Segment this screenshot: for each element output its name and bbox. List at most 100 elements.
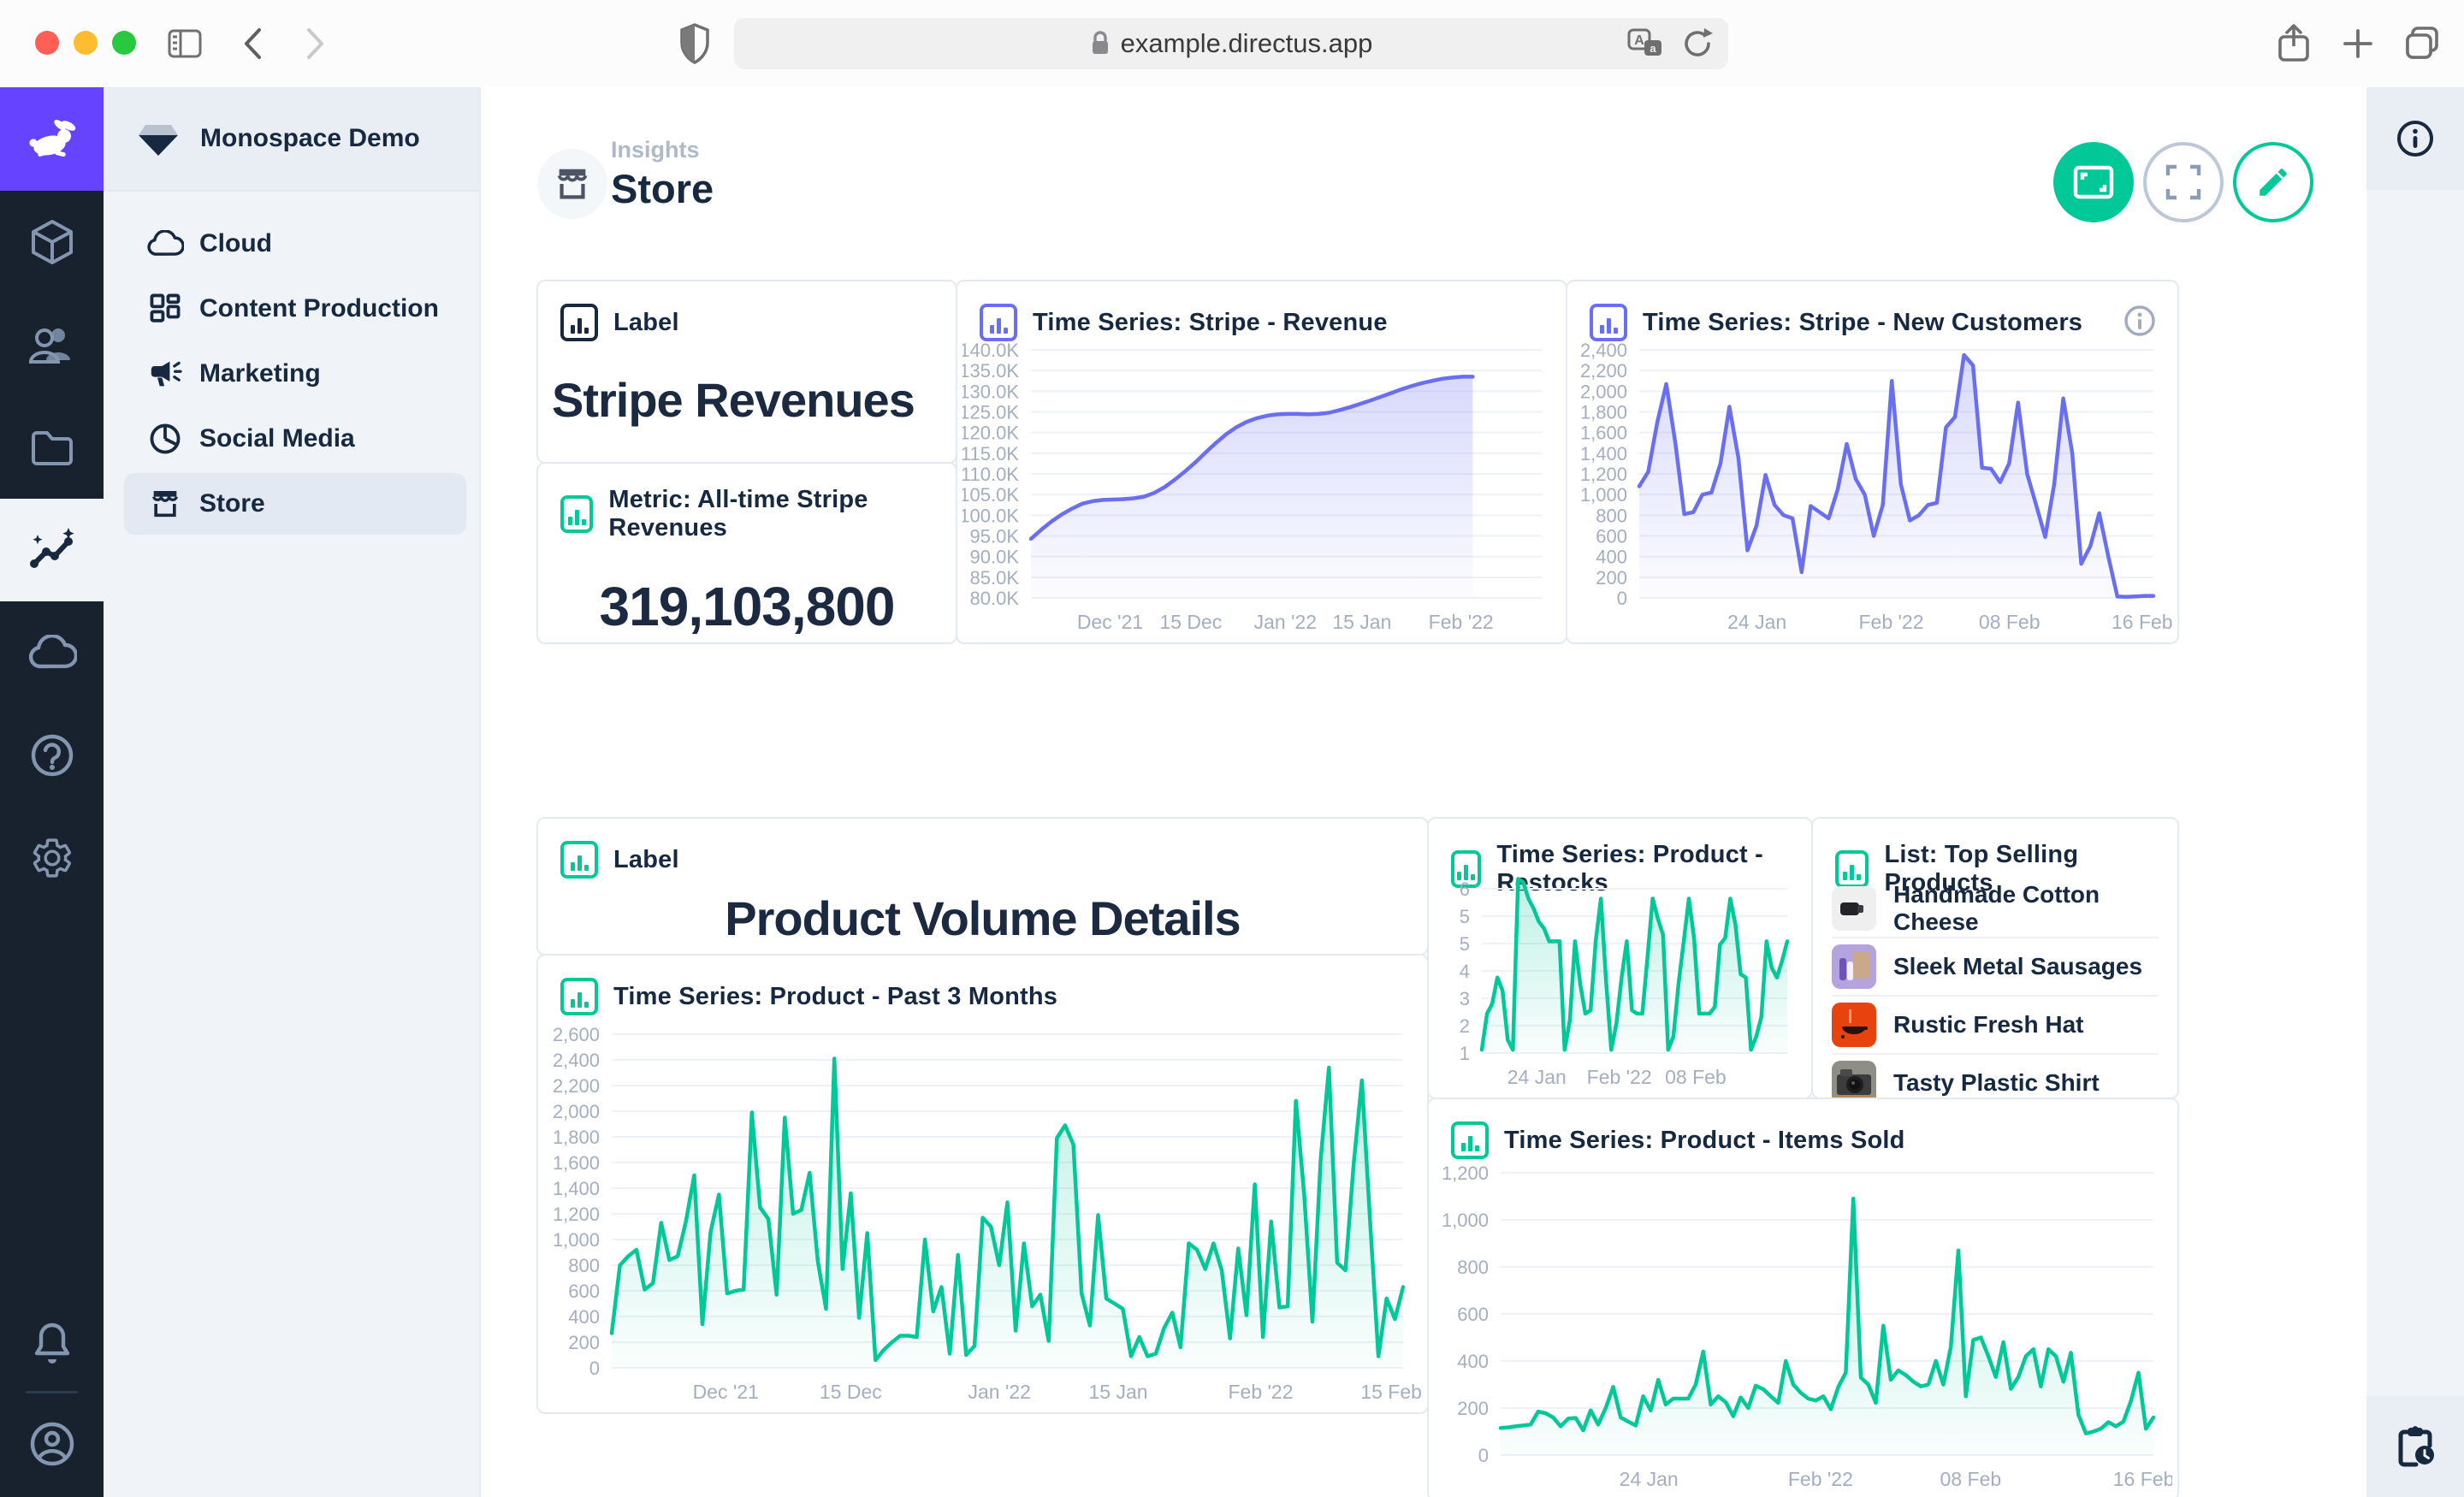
storefront-icon [146,487,184,521]
lock-icon [1090,29,1111,58]
svg-text:Jan '22: Jan '22 [1254,611,1317,633]
list-item[interactable]: Sleek Metal Sausages [1832,937,2159,995]
panel-title: Time Series: Product - Items Sold [1504,1127,1905,1155]
svg-text:1,800: 1,800 [553,1127,600,1148]
sidebar-item-store[interactable]: Store [104,471,479,536]
gear-icon [30,836,74,880]
svg-text:1,200: 1,200 [553,1204,600,1225]
sidebar-item-label: Store [199,489,265,518]
sidebar-item-marketing[interactable]: Marketing [104,341,479,406]
sidebar-item-label: Cloud [199,229,272,258]
zoom-window-button[interactable] [112,31,136,55]
sidebar-item-social-media[interactable]: Social Media [104,406,479,471]
svg-text:1,400: 1,400 [553,1178,600,1199]
module-help[interactable] [0,704,104,807]
time-series-panel-icon [1451,1121,1489,1159]
presentation-view-button[interactable] [2053,142,2134,222]
notifications-button[interactable] [0,1292,104,1394]
svg-text:1,600: 1,600 [1580,423,1627,444]
product-name: Tasty Plastic Shirt [1893,1069,2100,1097]
module-settings[interactable] [0,807,104,909]
share-icon[interactable] [2276,23,2312,64]
sidebar-toggle-icon[interactable] [168,28,202,59]
dashboard-avatar [537,149,607,219]
svg-text:1: 1 [1460,1043,1470,1064]
translate-icon[interactable]: Aa [1626,27,1665,61]
activity-log-button[interactable] [2366,1396,2464,1497]
svg-text:Dec '21: Dec '21 [693,1381,759,1403]
list-item[interactable]: Rustic Fresh Hat [1832,995,2159,1053]
svg-text:2,400: 2,400 [1580,340,1627,361]
fullscreen-button[interactable] [2143,142,2224,222]
svg-text:115.0K: 115.0K [962,443,1019,464]
svg-text:1,000: 1,000 [553,1229,600,1251]
svg-text:15 Dec: 15 Dec [820,1381,882,1403]
svg-text:a: a [1650,42,1656,55]
megaphone-icon [146,358,184,389]
address-bar[interactable]: example.directus.app Aa [734,18,1728,69]
panel-stripe-new-customers: Time Series: Stripe - New Customers 2,40… [1566,280,2179,644]
privacy-shield-icon[interactable] [678,22,711,65]
account-button[interactable] [0,1394,104,1494]
minimize-window-button[interactable] [74,31,98,55]
svg-text:200: 200 [1457,1398,1489,1419]
sidebar-item-label: Content Production [199,294,439,323]
module-cloud[interactable] [0,601,104,704]
product-thumbnail [1832,944,1876,989]
svg-text:200: 200 [568,1332,600,1353]
svg-text:800: 800 [568,1255,600,1276]
module-content[interactable] [0,191,104,293]
svg-text:Feb '22: Feb '22 [1788,1468,1853,1490]
edit-dashboard-button[interactable] [2233,142,2313,222]
svg-text:140.0K: 140.0K [962,340,1019,361]
close-window-button[interactable] [35,31,59,55]
product-name: Handmade Cotton Cheese [1893,881,2159,936]
sidebar-item-content-production[interactable]: Content Production [104,276,479,341]
tab-overview-icon[interactable] [2402,25,2442,62]
product-thumbnail [1832,886,1876,931]
svg-text:110.0K: 110.0K [962,464,1019,485]
browser-window: example.directus.app Aa [0,0,2464,1497]
question-icon [30,733,74,778]
module-users[interactable] [0,293,104,396]
back-button[interactable] [241,27,264,61]
info-sidebar-button[interactable] [2366,87,2464,190]
panel-metric-stripe: Metric: All-time Stripe Revenues 319,103… [536,462,957,644]
svg-text:Jan '22: Jan '22 [968,1381,1031,1403]
project-switcher[interactable]: Monospace Demo [104,87,479,192]
module-files[interactable] [0,396,104,499]
svg-text:2,400: 2,400 [553,1050,600,1071]
panel-label-product: Label Product Volume Details [536,817,1429,956]
panel-title: Metric: All-time Stripe Revenues [608,486,933,542]
nav-sidebar: Monospace Demo Cloud Content Production … [104,87,481,1497]
storefront-icon [553,164,592,204]
svg-text:120.0K: 120.0K [962,423,1019,444]
svg-text:800: 800 [1596,505,1627,526]
reload-icon[interactable] [1680,27,1715,61]
svg-text:Dec '21: Dec '21 [1077,611,1143,633]
svg-text:1,400: 1,400 [1580,443,1627,464]
forward-button[interactable] [305,27,327,61]
cloud-icon [27,635,77,671]
svg-text:16 Feb: 16 Feb [2112,611,2172,633]
breadcrumb[interactable]: Insights [611,137,714,163]
fullscreen-icon [2165,164,2201,200]
svg-text:15 Jan: 15 Jan [1088,1381,1147,1403]
module-insights[interactable] [0,499,104,601]
grid-icon [146,293,184,325]
directus-logo[interactable] [0,87,104,191]
stripe-revenue-chart: 140.0K135.0K130.0K125.0K120.0K115.0K110.… [962,336,1561,639]
svg-text:400: 400 [1596,547,1627,568]
sidebar-item-cloud[interactable]: Cloud [104,211,479,276]
divider [26,1391,78,1393]
svg-text:15 Jan: 15 Jan [1332,611,1391,633]
panel-title: Label [613,846,679,874]
url-text: example.directus.app [1121,28,1373,59]
svg-text:4: 4 [1460,961,1470,982]
pie-chart-icon [146,423,184,455]
folder-icon [29,428,75,467]
new-tab-icon[interactable] [2341,27,2375,61]
list-item[interactable]: Handmade Cotton Cheese [1832,880,2159,937]
product-name: Sleek Metal Sausages [1893,953,2142,980]
panel-product-items-sold: Time Series: Product - Items Sold 1,2001… [1427,1098,2179,1497]
